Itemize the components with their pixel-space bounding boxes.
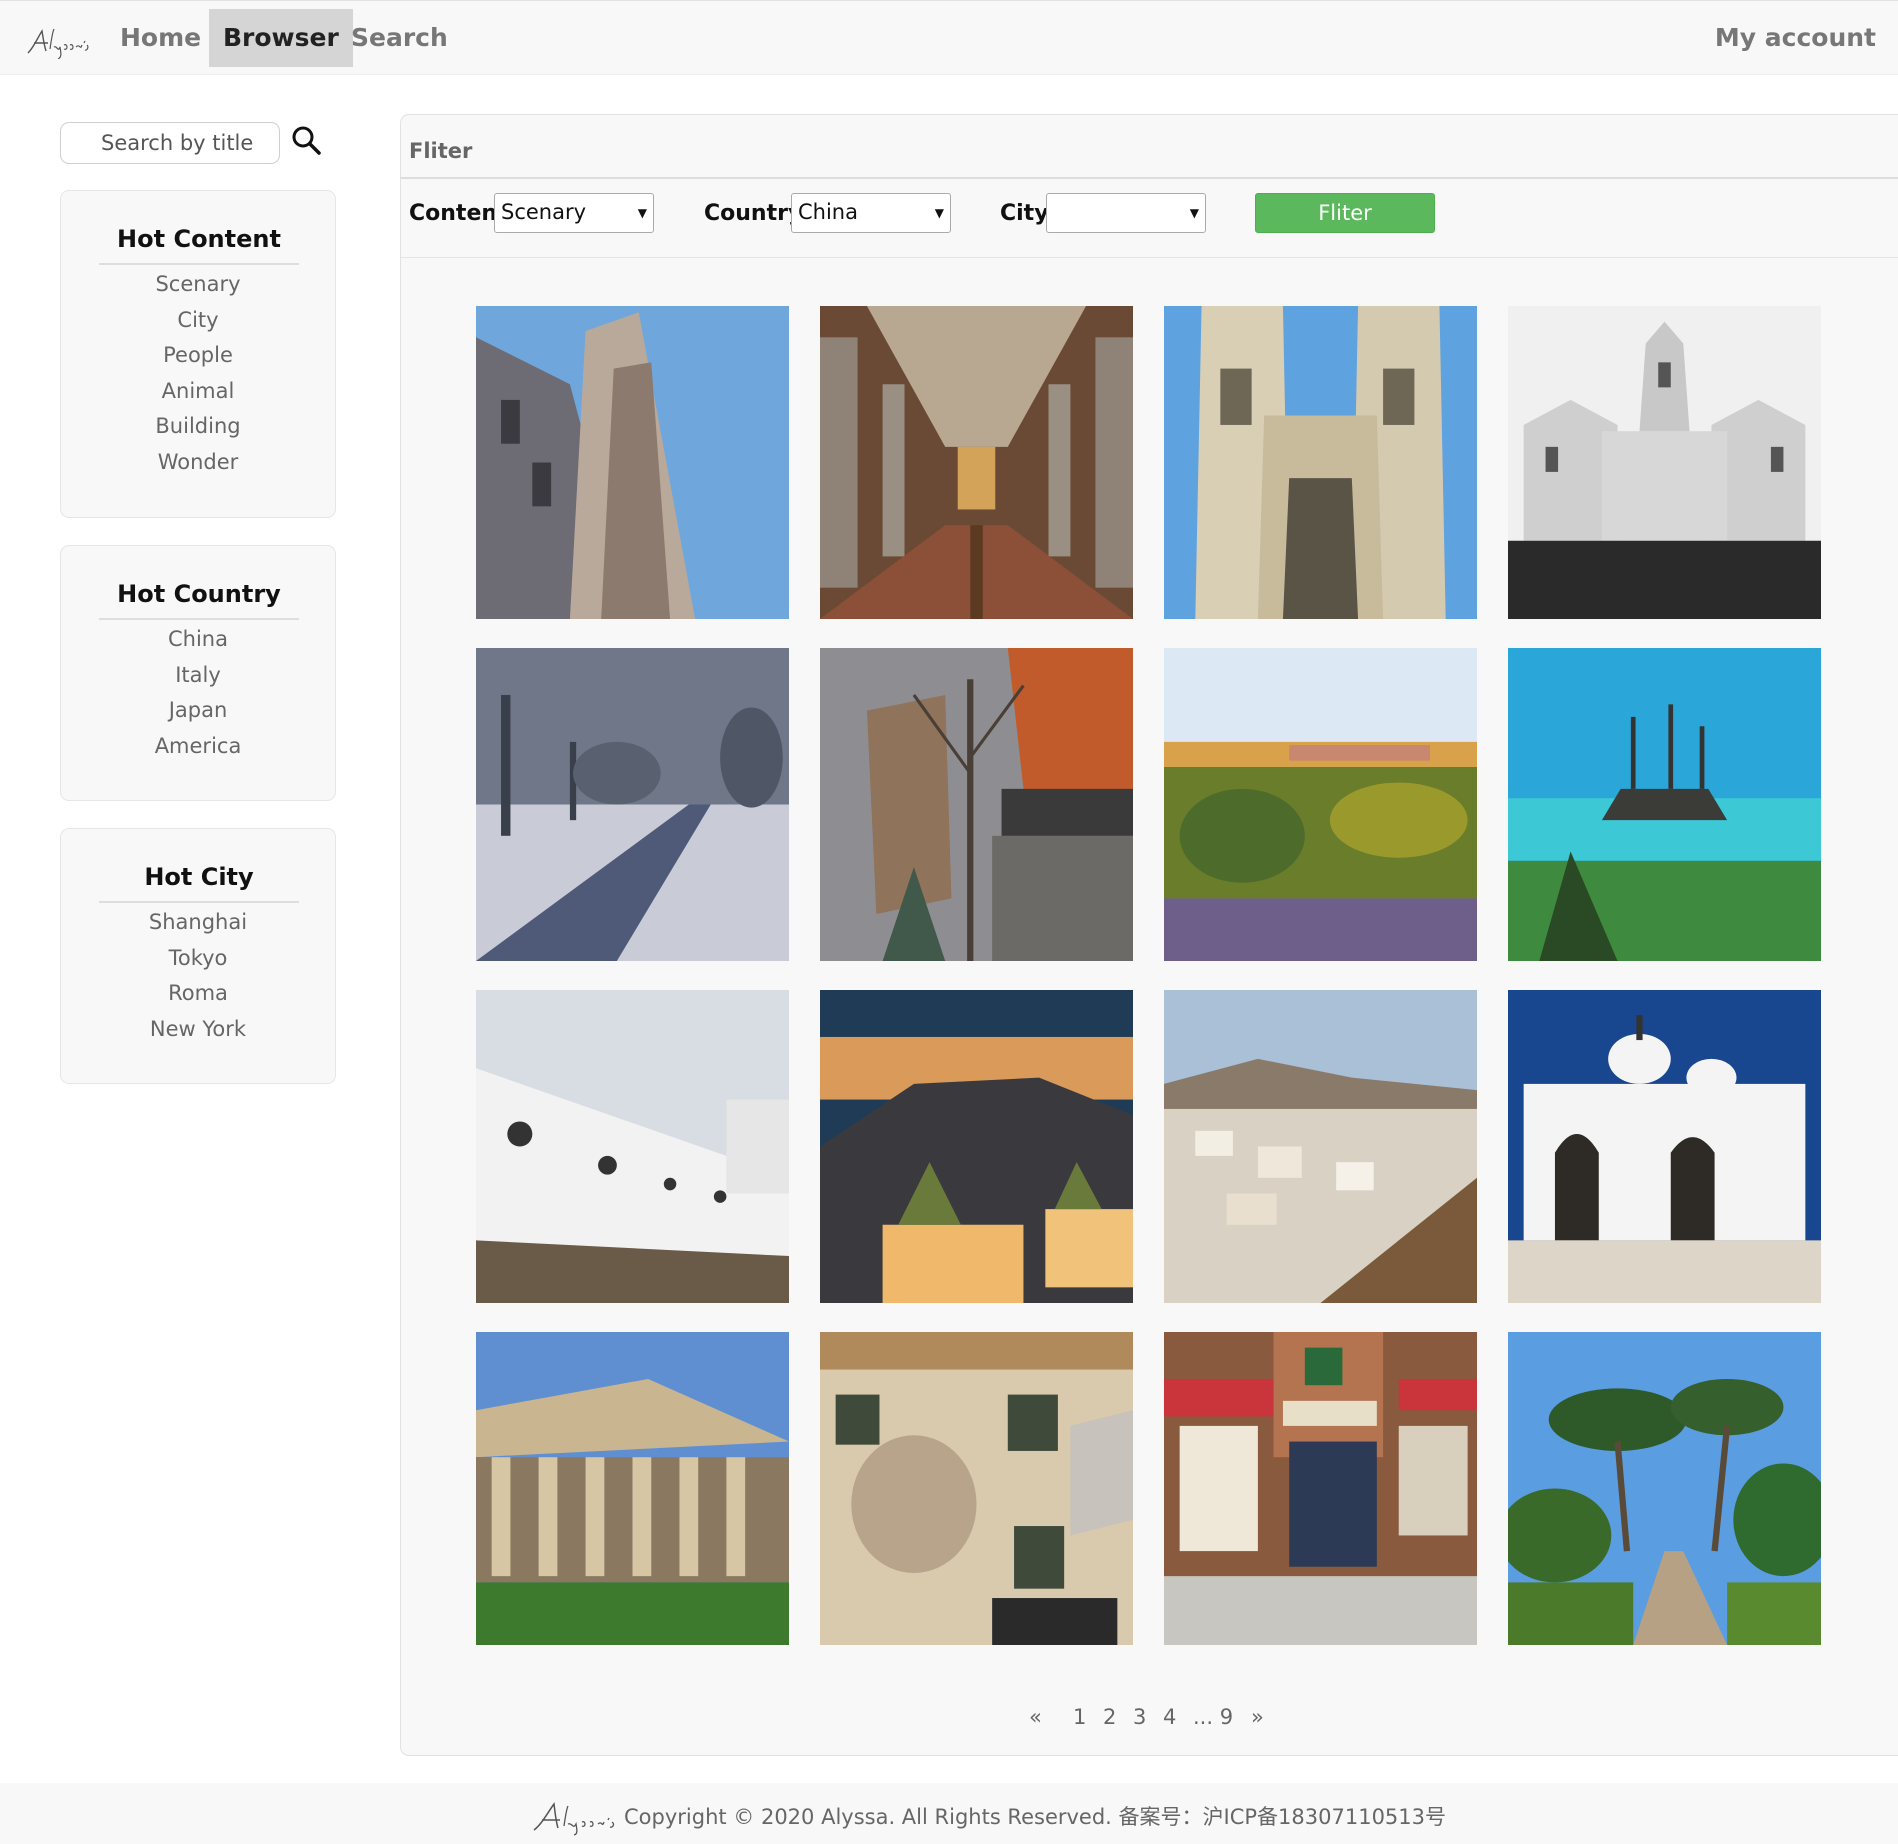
photo-autumn-meadow[interactable] <box>1164 648 1477 961</box>
photo-hillside-village[interactable] <box>1164 990 1477 1303</box>
last-page-link[interactable]: ... 9 <box>1193 1705 1233 1729</box>
hot-content-list: Scenary City People Animal Building Wond… <box>61 267 335 481</box>
browse-panel: Fliter Content Scenary ▼ Country China ▼… <box>400 114 1898 1756</box>
hot-city-item[interactable]: Shanghai <box>61 905 335 941</box>
filter-row: Content Scenary ▼ Country China ▼ City ▼… <box>401 179 1898 258</box>
next-page-button[interactable]: » <box>1251 1705 1264 1729</box>
hot-city-panel: Hot City Shanghai Tokyo Roma New York <box>60 828 336 1084</box>
content-filter-value: Scenary <box>501 200 587 224</box>
filter-header: Fliter <box>401 115 1898 179</box>
my-account-link[interactable]: My account <box>1715 9 1876 67</box>
city-filter-label: City <box>1000 201 1049 226</box>
photo-white-palace[interactable] <box>1508 306 1821 619</box>
photo-sax-wine-bar[interactable] <box>1164 1332 1477 1645</box>
page-footer: Copyright © 2020 Alyssa. All Rights Rese… <box>0 1783 1898 1844</box>
hot-city-title: Hot City <box>99 863 299 903</box>
hot-content-item[interactable]: Wonder <box>61 445 335 481</box>
brand-logo[interactable] <box>24 23 90 59</box>
pagination: « 1 2 3 4 ... 9 » <box>401 1705 1898 1739</box>
nav-home-link[interactable]: Home <box>106 9 215 67</box>
hot-city-list: Shanghai Tokyo Roma New York <box>61 905 335 1047</box>
photo-white-chapel[interactable] <box>1508 990 1821 1303</box>
hot-country-title: Hot Country <box>99 580 299 620</box>
hot-city-item[interactable]: Roma <box>61 976 335 1012</box>
photo-pirate-ship[interactable] <box>1508 648 1821 961</box>
dropdown-arrow-icon: ▼ <box>637 206 647 220</box>
prev-page-button[interactable]: « <box>1029 1705 1042 1729</box>
photo-greek-temple[interactable] <box>476 1332 789 1645</box>
photo-gothic-abbey[interactable] <box>1164 306 1477 619</box>
photo-dusk-terrace[interactable] <box>820 990 1133 1303</box>
page-link[interactable]: 4 <box>1163 1705 1176 1729</box>
country-filter-label: Country <box>704 201 803 226</box>
hot-content-item[interactable]: Scenary <box>61 267 335 303</box>
photo-snowy-road[interactable] <box>476 648 789 961</box>
search-by-title-input[interactable] <box>60 122 280 164</box>
hot-content-panel: Hot Content Scenary City People Animal B… <box>60 190 336 518</box>
copyright-text: Copyright © 2020 Alyssa. All Rights Rese… <box>624 1805 1447 1829</box>
hot-country-list: China Italy Japan America <box>61 622 335 764</box>
nav-browser-link[interactable]: Browser <box>209 9 353 67</box>
hot-country-panel: Hot Country China Italy Japan America <box>60 545 336 801</box>
hot-country-item[interactable]: China <box>61 622 335 658</box>
hot-content-title: Hot Content <box>99 225 299 265</box>
hot-content-item[interactable]: Animal <box>61 374 335 410</box>
content-filter-label: Content <box>409 201 508 226</box>
page-link[interactable]: 1 <box>1073 1705 1086 1729</box>
page-link[interactable]: 3 <box>1133 1705 1146 1729</box>
photo-winter-tree[interactable] <box>820 648 1133 961</box>
footer-logo <box>533 1802 615 1836</box>
page-link[interactable]: 2 <box>1103 1705 1116 1729</box>
photo-white-wall[interactable] <box>476 990 789 1303</box>
nav-search-link[interactable]: Search <box>337 9 462 67</box>
photo-cathedral-tower[interactable] <box>476 306 789 619</box>
country-filter-value: China <box>798 200 858 224</box>
hot-country-item[interactable]: America <box>61 729 335 765</box>
country-filter-select[interactable]: China ▼ <box>791 193 951 233</box>
filter-header-title: Fliter <box>409 139 473 163</box>
city-filter-select[interactable]: ▼ <box>1046 193 1206 233</box>
hot-country-item[interactable]: Japan <box>61 693 335 729</box>
filter-button[interactable]: Fliter <box>1255 193 1435 233</box>
hot-content-item[interactable]: People <box>61 338 335 374</box>
content-filter-select[interactable]: Scenary ▼ <box>494 193 654 233</box>
photo-painted-facade[interactable] <box>820 1332 1133 1645</box>
hot-city-item[interactable]: New York <box>61 1012 335 1048</box>
photo-basilica-nave[interactable] <box>820 306 1133 619</box>
dropdown-arrow-icon: ▼ <box>934 206 944 220</box>
hot-content-item[interactable]: Building <box>61 409 335 445</box>
dropdown-arrow-icon: ▼ <box>1189 206 1199 220</box>
hot-city-item[interactable]: Tokyo <box>61 941 335 977</box>
hot-country-item[interactable]: Italy <box>61 658 335 694</box>
hot-content-item[interactable]: City <box>61 303 335 339</box>
search-icon[interactable] <box>290 124 322 156</box>
photo-pine-path[interactable] <box>1508 1332 1821 1645</box>
top-navbar: Home Browser Search My account <box>0 0 1898 75</box>
